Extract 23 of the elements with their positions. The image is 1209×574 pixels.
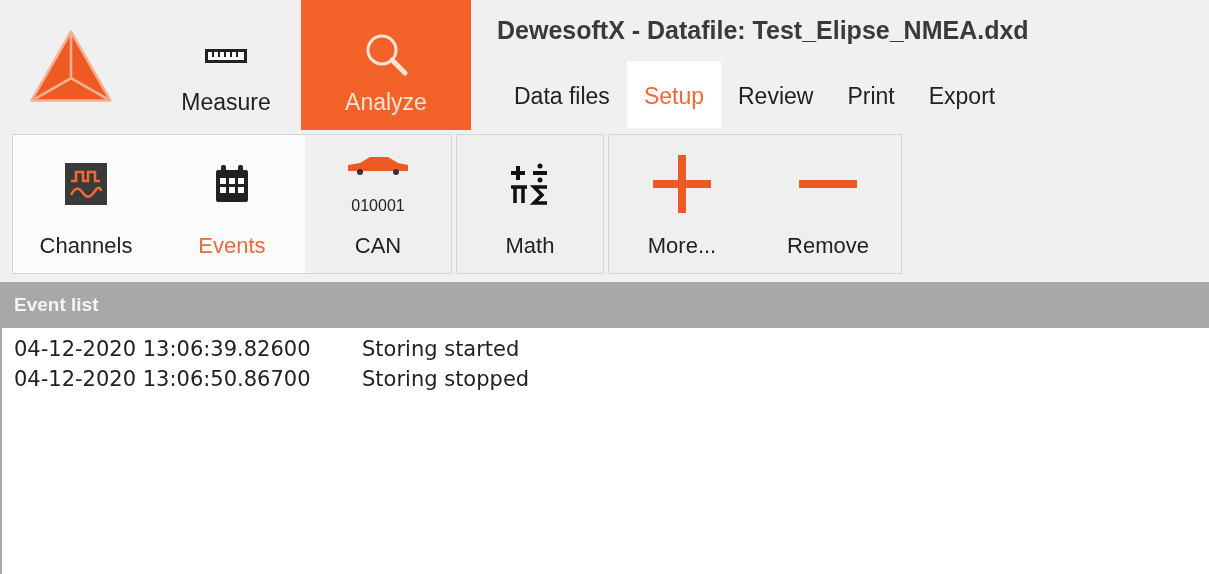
event-time: 04-12-2020 13:06:39.82600	[14, 336, 312, 363]
mode-tab[interactable]: Measure	[151, 0, 301, 130]
menu-tab[interactable]: Export	[911, 61, 1013, 128]
window-title: DewesoftX - Datafile: Test_Elipse_NMEA.dxd	[497, 16, 1029, 45]
event-text: Storing stopped	[362, 366, 530, 393]
menu-tab[interactable]: Data files	[497, 61, 627, 128]
event-text: Storing started	[362, 336, 520, 363]
toolbar-button[interactable]: Channels	[13, 135, 159, 273]
toolbar-button[interactable]: More...	[609, 135, 755, 273]
calendar-icon	[215, 165, 249, 203]
toolbar-button[interactable]: Math	[457, 135, 603, 273]
panel-header: Event list	[0, 282, 1209, 328]
toolbar-button[interactable]: 010001 CAN	[305, 135, 451, 273]
signal-icon	[65, 163, 107, 205]
menu-tab[interactable]: Print	[830, 61, 912, 128]
ruler-icon	[205, 49, 247, 63]
toolbar-button[interactable]: Remove	[755, 135, 901, 273]
plus-icon	[653, 155, 711, 213]
code-label: 010001	[351, 197, 405, 215]
menu-tab[interactable]: Review	[721, 61, 831, 128]
minus-icon	[799, 180, 857, 188]
event-time: 04-12-2020 13:06:50.86700	[14, 366, 312, 393]
car-icon	[346, 155, 410, 177]
